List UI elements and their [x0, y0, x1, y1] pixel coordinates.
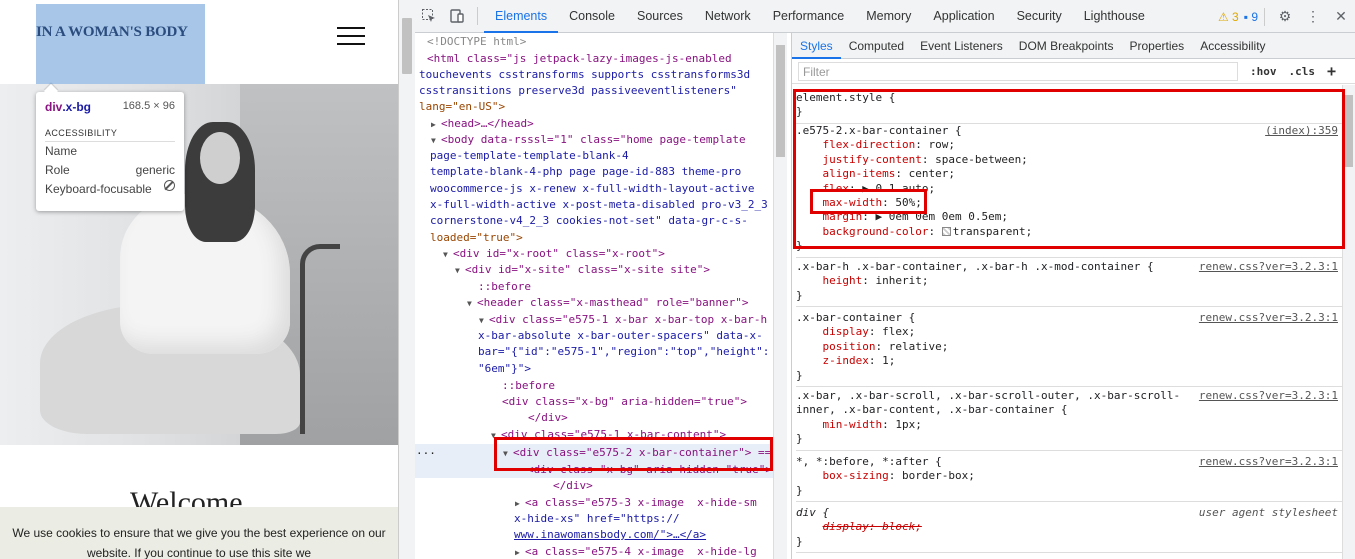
tooltip-row: Role generic — [45, 163, 175, 177]
tab-dom-breakpoints[interactable]: DOM Breakpoints — [1011, 33, 1122, 59]
tab-network[interactable]: Network — [694, 0, 762, 33]
tooltip-section-title: ACCESSIBILITY — [45, 128, 175, 142]
rule-source-link[interactable]: renew.css?ver=3.2.3:1 — [1199, 260, 1338, 273]
dom-node-bar-container[interactable]: ▼ <div class="e575-2 x-bar-container"> == — [503, 445, 771, 462]
rule-source-link[interactable]: renew.css?ver=3.2.3:1 — [1199, 311, 1338, 324]
dom-node-ellipsis[interactable]: ··· — [416, 446, 436, 462]
tooltip-selector: div.x-bg — [45, 100, 92, 114]
tooltip-row: Keyboard-focusable — [45, 180, 175, 199]
dom-node-close-div: </div> — [528, 411, 568, 424]
dom-node-html-cont: csstransitions preserve3d passiveeventli… — [419, 84, 737, 97]
settings-gear-icon[interactable]: ⚙ — [1271, 0, 1299, 33]
rule-x-bar-min-width[interactable]: .x-bar, .x-bar-scroll, .x-bar-scroll-out… — [796, 386, 1344, 451]
rule-bar-h-container[interactable]: .x-bar-h .x-bar-container, .x-bar-h .x-m… — [796, 257, 1344, 308]
rule-source-link[interactable]: (index):359 — [1265, 124, 1338, 137]
dom-node-pseudo-before[interactable]: ::before — [478, 279, 531, 295]
rule-div-user-agent[interactable]: div { user agent stylesheet display: blo… — [796, 503, 1344, 554]
tab-event-listeners[interactable]: Event Listeners — [912, 33, 1011, 59]
dom-node-close-div: </div> — [553, 479, 593, 492]
max-width-property[interactable]: max-width — [823, 196, 883, 209]
dom-node-body-cont: page-template-template-blank-4 — [430, 149, 629, 162]
dom-node-body[interactable]: ▼ <body data-rsssl="1" class="home page-t… — [431, 132, 746, 149]
dom-node-html-cont: touchevents csstransforms supports csstr… — [419, 68, 751, 81]
styles-filter-bar: Filter :hov .cls + — [792, 59, 1355, 84]
rule-universal-box-sizing[interactable]: *, *:before, *:after { renew.css?ver=3.2… — [796, 452, 1344, 503]
dom-node-bar-content[interactable]: ▼ <div class="e575-1 x-bar-content"> — [491, 427, 726, 444]
site-logo[interactable]: IN A WOMAN'S BODY — [36, 24, 188, 41]
rule-source-label: user agent stylesheet — [1198, 506, 1338, 519]
element-highlight-overlay — [36, 4, 205, 84]
cookie-notice: We use cookies to ensure that we give yo… — [0, 507, 398, 559]
elements-tree: <!DOCTYPE html> <html class="js jetpack-… — [415, 33, 775, 559]
cls-toggle[interactable]: .cls — [1289, 65, 1316, 78]
tab-memory[interactable]: Memory — [855, 0, 922, 33]
rule-element-style[interactable]: element.style { } — [796, 88, 1344, 124]
dom-node-link-cont: x-hide-xs" href="https:// — [514, 512, 680, 525]
color-swatch-icon[interactable] — [941, 226, 951, 236]
dom-node-pseudo-before[interactable]: ::before — [502, 378, 555, 394]
dom-node-html-cont: lang="en-US"> — [419, 100, 506, 113]
dom-node-html[interactable]: <html class="js jetpack-lazy-images-js-e… — [427, 51, 732, 67]
dom-node-link-href[interactable]: www.inawomansbody.com/">…</a> — [514, 527, 706, 543]
tab-accessibility[interactable]: Accessibility — [1192, 33, 1273, 59]
dom-node-x-bg-inner[interactable]: <div class="x-bg" aria-hidden="true"> — [527, 462, 772, 478]
devtools-toolbar: Elements Console Sources Network Perform… — [415, 0, 1355, 33]
dom-node-x-root[interactable]: ▼ <div id="x-root" class="x-root"> — [443, 246, 665, 263]
devtools-panel: Elements Console Sources Network Perform… — [415, 0, 1355, 559]
tab-security[interactable]: Security — [1006, 0, 1073, 33]
menu-hamburger-icon[interactable] — [337, 27, 365, 45]
dom-node-body-cont: x-full-width-active x-post-meta-disabled… — [430, 198, 768, 211]
rule-x-bar-container[interactable]: .x-bar-container { renew.css?ver=3.2.3:1… — [796, 308, 1344, 388]
rule-e575-2-bar-container[interactable]: .e575-2.x-bar-container { (index):359 fl… — [796, 121, 1344, 258]
tab-application[interactable]: Application — [922, 0, 1005, 33]
dom-node-body-cont: loaded="true"> — [430, 231, 523, 244]
dom-node-head[interactable]: ▶ <head>…</head> — [431, 116, 534, 133]
dom-node-image-link[interactable]: ▶ <a class="e575-3 x-image x-hide-sm — [515, 495, 757, 512]
inspect-element-icon[interactable] — [415, 0, 443, 33]
dom-node-doctype[interactable]: <!DOCTYPE html> — [427, 34, 526, 50]
messages-badge[interactable]: ▪ 9 — [1244, 10, 1258, 24]
not-focusable-icon — [164, 180, 175, 191]
styles-filter-input[interactable]: Filter — [798, 61, 1238, 81]
dom-node-header[interactable]: ▼ <header class="x-masthead" role="banner… — [467, 295, 749, 312]
dom-node-x-bar[interactable]: ▼ <div class="e575-1 x-bar x-bar-top x-ba… — [479, 312, 767, 329]
tab-properties[interactable]: Properties — [1121, 33, 1192, 59]
styles-pane: Styles Computed Event Listeners DOM Brea… — [791, 33, 1355, 559]
tooltip-size: 168.5 × 96 — [122, 100, 175, 112]
styles-tabs: Styles Computed Event Listeners DOM Brea… — [792, 33, 1355, 59]
tooltip-row: Name — [45, 144, 78, 158]
tab-sources[interactable]: Sources — [626, 0, 694, 33]
tab-performance[interactable]: Performance — [762, 0, 856, 33]
dom-node-body-cont: woocommerce-js x-renew x-full-width-layo… — [430, 182, 755, 195]
dom-node-x-bg[interactable]: <div class="x-bg" aria-hidden="true"> — [502, 394, 747, 410]
tab-computed[interactable]: Computed — [841, 33, 912, 59]
new-rule-button[interactable]: + — [1327, 62, 1336, 80]
page-viewport: IN A WOMAN'S BODY Welcome We use cookies… — [0, 0, 398, 559]
rule-source-link[interactable]: renew.css?ver=3.2.3:1 — [1199, 389, 1338, 402]
styles-scrollbar[interactable] — [1342, 85, 1355, 559]
tab-styles[interactable]: Styles — [792, 33, 841, 59]
warnings-badge[interactable]: ⚠ 3 — [1218, 10, 1239, 24]
dom-node-x-site[interactable]: ▼ <div id="x-site" class="x-site site"> — [455, 262, 710, 279]
dom-node-x-bar-cont: "6em"}"> — [478, 362, 531, 375]
tab-console[interactable]: Console — [558, 0, 626, 33]
rule-source-link[interactable]: renew.css?ver=3.2.3:1 — [1199, 455, 1338, 468]
dom-node-image-link[interactable]: ▶ <a class="e575-4 x-image x-hide-lg — [515, 544, 757, 559]
tab-lighthouse[interactable]: Lighthouse — [1073, 0, 1156, 33]
close-icon[interactable]: ✕ — [1327, 0, 1355, 33]
dom-node-x-bar-cont: x-bar-absolute x-bar-outer-spacers" data… — [478, 329, 763, 342]
page-scrollbar[interactable] — [398, 0, 415, 559]
device-toolbar-icon[interactable] — [443, 0, 471, 33]
dom-node-body-cont: template-blank-4-php page page-id-883 th… — [430, 165, 742, 178]
more-options-icon[interactable]: ⋮ — [1299, 0, 1327, 33]
hov-toggle[interactable]: :hov — [1250, 65, 1277, 78]
tab-elements[interactable]: Elements — [484, 0, 559, 33]
dom-node-x-bar-cont: bar="{"id":"e575-1","region":"top","heig… — [478, 345, 770, 358]
inspect-tooltip: div.x-bg 168.5 × 96 ACCESSIBILITY Name R… — [36, 92, 184, 211]
elements-scrollbar[interactable] — [773, 33, 787, 559]
dom-node-body-cont: cornerstone-v4_2_3 cookies-not-set" data… — [430, 214, 748, 227]
